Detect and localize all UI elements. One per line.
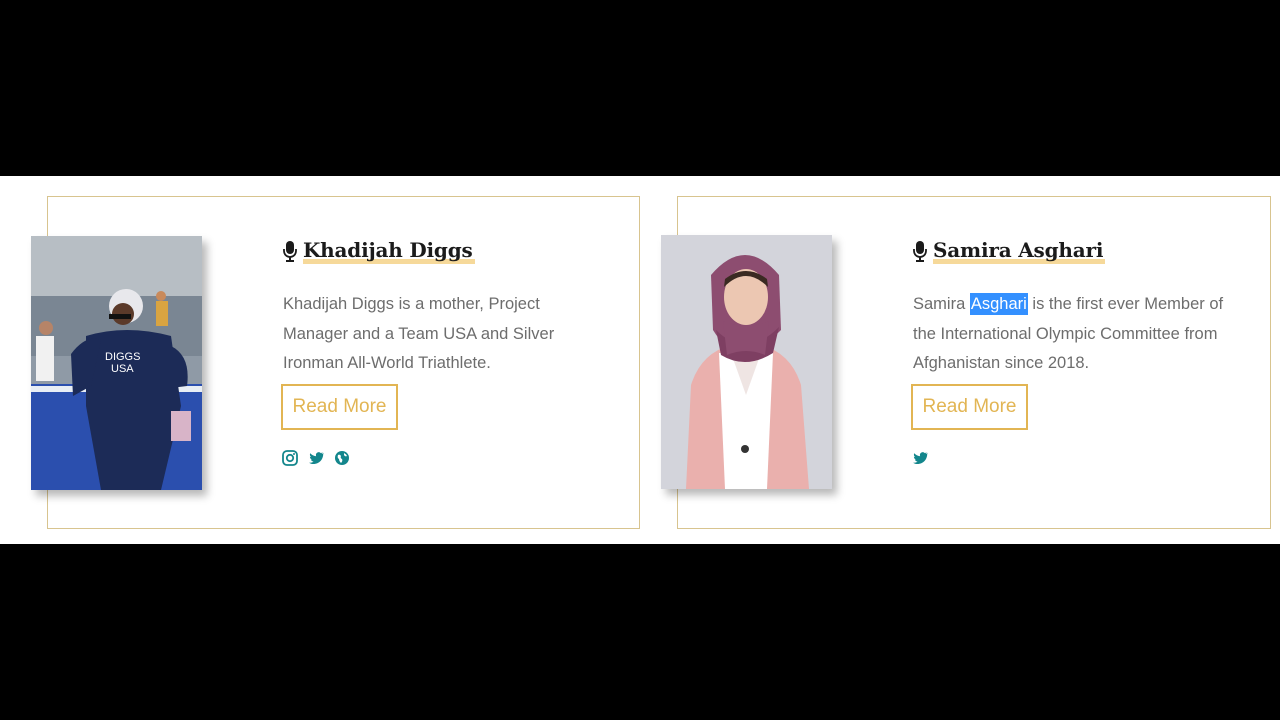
twitter-icon[interactable] (308, 450, 325, 466)
speaker-name-text[interactable]: Khadijah Diggs (303, 237, 475, 264)
selected-text[interactable]: Asghari (969, 293, 1028, 315)
speaker-bio: Samira Asghari is the first ever Member … (913, 290, 1233, 379)
microphone-icon (283, 240, 297, 262)
speaker-photo (661, 235, 832, 489)
twitter-icon[interactable] (912, 450, 929, 466)
speakers-section: DIGGS USA Khadijah Diggs Khadijah Diggs … (0, 176, 1280, 544)
speaker-name[interactable]: Khadijah Diggs (283, 237, 603, 264)
speaker-content: Samira Asghari Samira Asghari is the fir… (911, 237, 1233, 464)
bio-text-before: Samira (913, 295, 970, 313)
jersey-text-line2: USA (111, 363, 134, 375)
speaker-card: DIGGS USA Khadijah Diggs Khadijah Diggs … (31, 196, 640, 529)
social-links (282, 450, 350, 466)
jersey-text-line1: DIGGS (105, 351, 140, 363)
speaker-bio: Khadijah Diggs is a mother, Project Mana… (283, 295, 555, 372)
speaker-content: Khadijah Diggs Khadijah Diggs is a mothe… (281, 237, 603, 466)
speaker-card: Samira Asghari Samira Asghari is the fir… (661, 196, 1271, 529)
globe-icon[interactable] (334, 450, 350, 466)
instagram-icon[interactable] (282, 450, 298, 466)
speaker-name[interactable]: Samira Asghari (913, 237, 1233, 264)
read-more-button[interactable]: Read More (911, 384, 1028, 430)
speaker-name-text[interactable]: Samira Asghari (933, 237, 1106, 264)
speaker-photo: DIGGS USA (31, 236, 202, 490)
read-more-button[interactable]: Read More (281, 384, 398, 430)
microphone-icon (913, 240, 927, 262)
social-links (912, 450, 929, 466)
